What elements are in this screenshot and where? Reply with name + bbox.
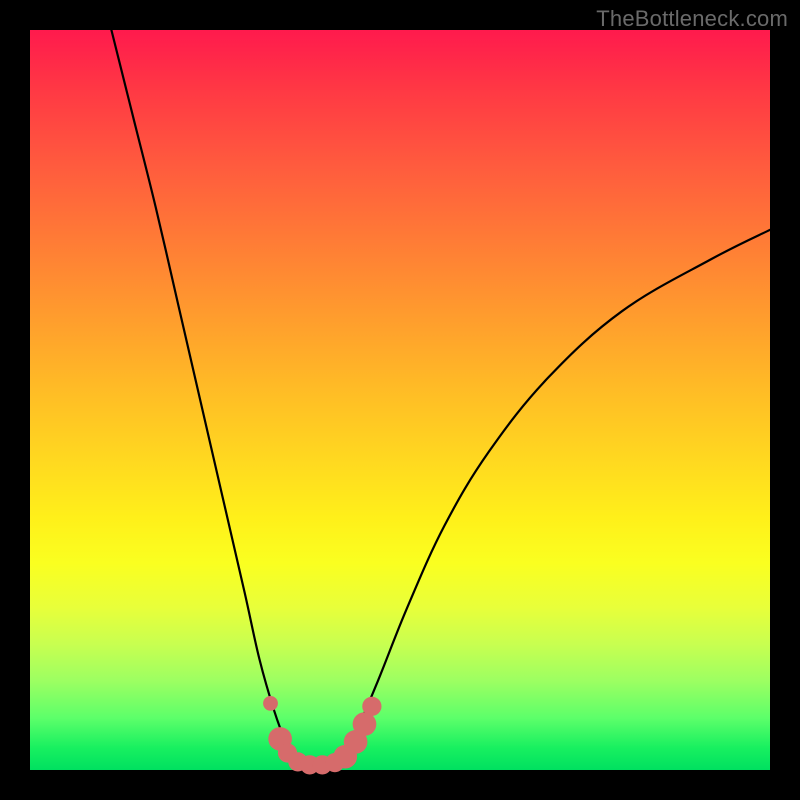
plot-svg [30,30,770,770]
plot-gradient-background [30,30,770,770]
curve-line-left [111,30,296,759]
bottom-dot-markers [263,696,381,774]
curve-line-right [341,230,770,759]
frame: TheBottleneck.com [0,0,800,800]
marker-dot [263,696,278,711]
marker-dot [362,697,381,716]
watermark-text: TheBottleneck.com [596,6,788,32]
